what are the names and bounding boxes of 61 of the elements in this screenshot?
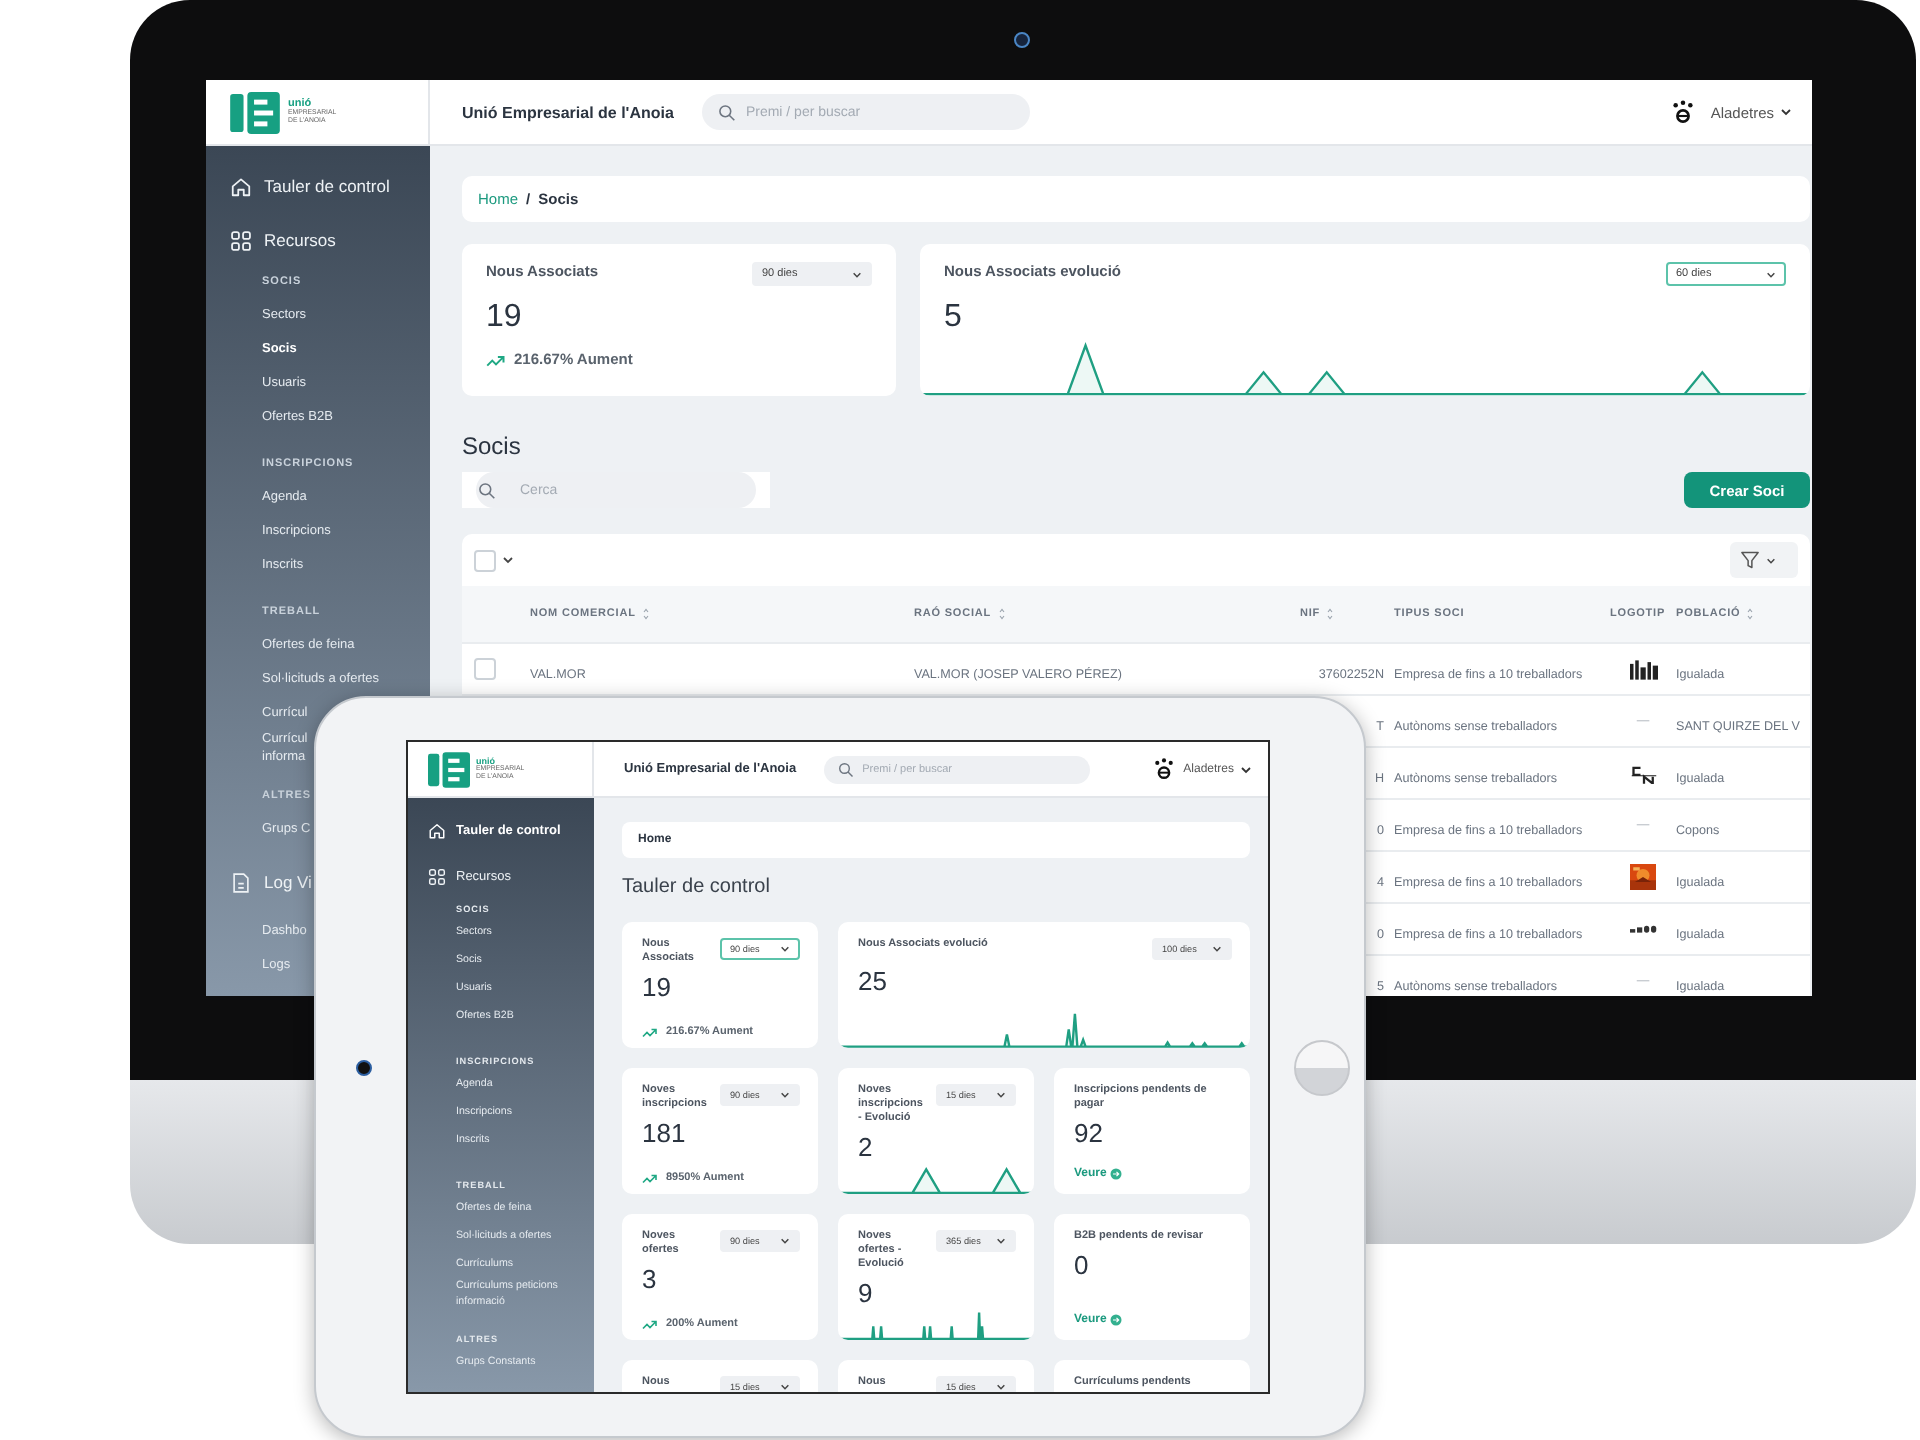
sort-icon bbox=[1746, 606, 1755, 622]
sort-icon bbox=[1326, 606, 1335, 622]
trend-up-icon bbox=[486, 351, 506, 367]
search-icon bbox=[838, 761, 855, 777]
company-logo-icon bbox=[1629, 659, 1657, 679]
sidebar-item[interactable]: Recursos bbox=[230, 222, 336, 258]
search-icon bbox=[717, 103, 736, 121]
sort-icon bbox=[997, 606, 1006, 622]
home-icon bbox=[230, 175, 252, 197]
trend-up-icon bbox=[642, 1172, 658, 1184]
app-title: Unió Empresarial de l'Anoia bbox=[462, 103, 674, 121]
paw-icon bbox=[1672, 100, 1695, 124]
stat-value: 181 bbox=[642, 1118, 688, 1148]
caret-icon bbox=[1780, 106, 1792, 118]
filter-icon bbox=[1740, 550, 1760, 570]
filter-button[interactable] bbox=[1730, 542, 1798, 578]
sidebar-item[interactable]: Tauler de control bbox=[230, 168, 390, 204]
camera-dot bbox=[1014, 32, 1030, 48]
caret-icon bbox=[996, 1382, 1006, 1392]
caret-icon bbox=[1240, 763, 1252, 775]
caret-icon bbox=[852, 269, 862, 279]
arrow-circle-icon bbox=[1110, 1314, 1123, 1326]
row-checkbox[interactable] bbox=[474, 658, 496, 680]
page-title: Tauler de control bbox=[622, 874, 772, 902]
document-icon bbox=[230, 871, 252, 893]
sort-icon bbox=[641, 606, 650, 622]
stat-value: 92 bbox=[1074, 1118, 1105, 1148]
company-logo-icon bbox=[1629, 763, 1657, 783]
home-icon bbox=[428, 821, 446, 839]
stat-value: 19 bbox=[486, 300, 524, 336]
arrow-circle-icon bbox=[1110, 1168, 1123, 1180]
select-all-checkbox[interactable] bbox=[474, 549, 496, 571]
stat-value: 9 bbox=[858, 1278, 875, 1308]
sidebar-item[interactable]: Log Vi bbox=[230, 864, 312, 900]
caret-icon bbox=[996, 1090, 1006, 1100]
logo-icon bbox=[428, 751, 470, 787]
caret-icon bbox=[1766, 555, 1776, 565]
trend-up-icon bbox=[642, 1026, 658, 1038]
camera-dot bbox=[356, 1060, 372, 1076]
grid-icon bbox=[230, 229, 252, 251]
search-icon bbox=[478, 481, 496, 499]
trend-up-icon bbox=[642, 1318, 658, 1330]
caret-icon bbox=[780, 944, 790, 954]
logo-icon bbox=[230, 91, 280, 133]
stat-value: 25 bbox=[858, 966, 889, 996]
caret-icon bbox=[996, 1236, 1006, 1246]
home-button[interactable] bbox=[1294, 1040, 1350, 1096]
caret-icon bbox=[1766, 269, 1776, 279]
stat-value: 5 bbox=[944, 300, 964, 336]
stat-value: 2 bbox=[858, 1132, 875, 1162]
caret-icon bbox=[1212, 944, 1222, 954]
paw-icon bbox=[1153, 758, 1174, 780]
stat-value: 3 bbox=[642, 1264, 659, 1294]
stat-value: 19 bbox=[642, 972, 673, 1002]
section-title: Socis bbox=[462, 430, 523, 462]
caret-icon bbox=[780, 1090, 790, 1100]
stat-value: 0 bbox=[1074, 1250, 1091, 1280]
caret-icon[interactable] bbox=[502, 554, 514, 566]
caret-icon bbox=[780, 1236, 790, 1246]
caret-icon bbox=[780, 1382, 790, 1392]
grid-icon bbox=[428, 867, 446, 885]
